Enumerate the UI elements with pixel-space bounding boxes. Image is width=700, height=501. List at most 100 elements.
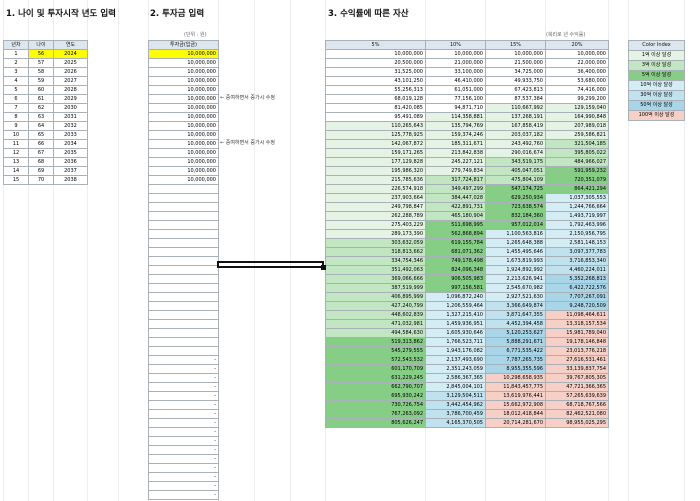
returns-cell[interactable]: 77,156,100 [425,94,486,104]
invest-cell[interactable]: 10,000,000 [148,139,219,149]
invest-cell[interactable]: 10,000,000 [148,130,219,140]
returns-cell[interactable]: 262,288,789 [325,211,426,221]
returns-cell[interactable]: 290,016,674 [485,148,546,158]
returns-cell[interactable]: 2,845,004,101 [425,382,486,392]
fill-handle[interactable] [321,265,326,270]
invest-cell[interactable]: 10,000,000 [148,175,219,185]
returns-cell[interactable]: 5,120,253,627 [485,328,546,338]
returns-cell[interactable]: 68,718,767,566 [545,400,609,410]
returns-cell[interactable]: 10,000,000 [485,49,546,59]
returns-cell[interactable]: 95,491,089 [325,112,426,122]
returns-cell[interactable]: 7,707,267,091 [545,292,609,302]
returns-cell[interactable]: 61,051,000 [425,85,486,95]
returns-cell[interactable]: 2,150,956,795 [545,229,609,239]
invest-cell[interactable]: - [148,427,219,437]
returns-cell[interactable]: 27,616,531,461 [545,355,609,365]
returns-cell[interactable]: 98,955,025,295 [545,418,609,428]
returns-cell[interactable]: 203,037,182 [485,130,546,140]
age-table-cell[interactable]: 63 [28,112,54,122]
returns-cell[interactable]: 1,924,892,992 [485,265,546,275]
returns-cell[interactable]: 33,139,837,754 [545,364,609,374]
returns-cell[interactable]: 2,927,521,630 [485,292,546,302]
returns-cell[interactable]: 125,778,925 [325,130,426,140]
returns-cell[interactable]: 19,178,146,848 [545,337,609,347]
invest-cell[interactable] [148,184,219,194]
returns-cell[interactable]: 10,000,000 [325,49,426,59]
returns-cell[interactable]: 23,013,776,218 [545,346,609,356]
returns-cell[interactable]: 20,500,000 [325,58,426,68]
returns-cell[interactable]: 7,787,265,735 [485,355,546,365]
returns-cell[interactable]: 547,174,725 [485,184,546,194]
returns-cell[interactable]: 167,858,419 [485,121,546,131]
invest-cell[interactable]: 10,000,000 [148,148,219,158]
returns-cell[interactable]: 317,724,817 [425,175,486,185]
returns-cell[interactable]: 6,771,535,422 [485,346,546,356]
returns-cell[interactable]: 5,352,268,813 [545,274,609,284]
returns-cell[interactable]: 662,790,707 [325,382,426,392]
returns-cell[interactable]: 82,462,521,080 [545,409,609,419]
invest-cell[interactable] [148,310,219,320]
returns-cell[interactable]: 47,721,366,365 [545,382,609,392]
invest-cell[interactable]: - [148,463,219,473]
age-table-cell[interactable]: 62 [28,103,54,113]
returns-cell[interactable]: 484,966,027 [545,157,609,167]
invest-cell[interactable] [148,274,219,284]
age-table-cell[interactable]: 13 [3,157,29,167]
invest-cell[interactable]: 10,000,000 [148,112,219,122]
invest-cell[interactable]: 10,000,000 [148,166,219,176]
invest-cell[interactable]: 10,000,000 [148,49,219,59]
returns-cell[interactable]: 10,298,658,935 [485,373,546,383]
returns-cell[interactable]: 1,037,305,553 [545,193,609,203]
returns-cell[interactable]: 36,400,000 [545,67,609,77]
invest-cell[interactable]: - [148,454,219,464]
invest-cell[interactable] [148,193,219,203]
returns-cell[interactable]: 318,813,662 [325,247,426,257]
returns-cell[interactable]: 906,505,983 [425,274,486,284]
age-table-cell[interactable]: 2037 [53,166,88,176]
returns-cell[interactable]: 511,698,995 [425,220,486,230]
age-table-cell[interactable]: 2031 [53,112,88,122]
age-table-cell[interactable]: 61 [28,94,54,104]
returns-cell[interactable]: 226,574,918 [325,184,426,194]
returns-cell[interactable]: 351,492,063 [325,265,426,275]
age-table-cell[interactable]: 2032 [53,121,88,131]
returns-cell[interactable]: 824,096,348 [425,265,486,275]
invest-cell[interactable]: - [148,355,219,365]
invest-cell[interactable]: 10,000,000 [148,94,219,104]
returns-cell[interactable]: 448,602,839 [325,310,426,320]
returns-cell[interactable]: 3,366,649,874 [485,301,546,311]
invest-cell[interactable]: 10,000,000 [148,85,219,95]
age-table-cell[interactable]: 2024 [53,49,88,59]
age-table-cell[interactable]: 2034 [53,139,88,149]
returns-cell[interactable]: 94,871,710 [425,103,486,113]
age-table-cell[interactable]: 2030 [53,103,88,113]
returns-cell[interactable]: 46,410,000 [425,76,486,86]
returns-cell[interactable]: 8,955,355,596 [485,364,546,374]
returns-cell[interactable]: 81,420,085 [325,103,426,113]
returns-cell[interactable]: 475,804,109 [485,175,546,185]
invest-cell[interactable] [148,247,219,257]
returns-cell[interactable]: 591,959,232 [545,166,609,176]
age-table-cell[interactable]: 69 [28,166,54,176]
age-table-cell[interactable]: 2026 [53,67,88,77]
age-table-cell[interactable]: 58 [28,67,54,77]
invest-cell[interactable] [148,319,219,329]
invest-cell[interactable]: - [148,400,219,410]
invest-cell[interactable]: - [148,418,219,428]
age-table-cell[interactable]: 59 [28,76,54,86]
returns-cell[interactable]: 384,447,028 [425,193,486,203]
returns-cell[interactable]: 3,786,700,459 [425,409,486,419]
returns-cell[interactable]: 13,619,976,441 [485,391,546,401]
returns-cell[interactable]: 3,097,377,783 [545,247,609,257]
returns-cell[interactable]: 2,351,243,059 [425,364,486,374]
age-table-cell[interactable]: 15 [3,175,29,185]
returns-cell[interactable]: 805,626,247 [325,418,426,428]
age-table-cell[interactable]: 9 [3,121,29,131]
returns-cell[interactable]: 11,843,457,775 [485,382,546,392]
age-table-cell[interactable]: 3 [3,67,29,77]
returns-cell[interactable]: 15,981,789,040 [545,328,609,338]
returns-cell[interactable]: 9,248,720,509 [545,301,609,311]
returns-cell[interactable]: 1,792,463,996 [545,220,609,230]
invest-cell[interactable]: 10,000,000 [148,76,219,86]
invest-cell[interactable]: - [148,409,219,419]
